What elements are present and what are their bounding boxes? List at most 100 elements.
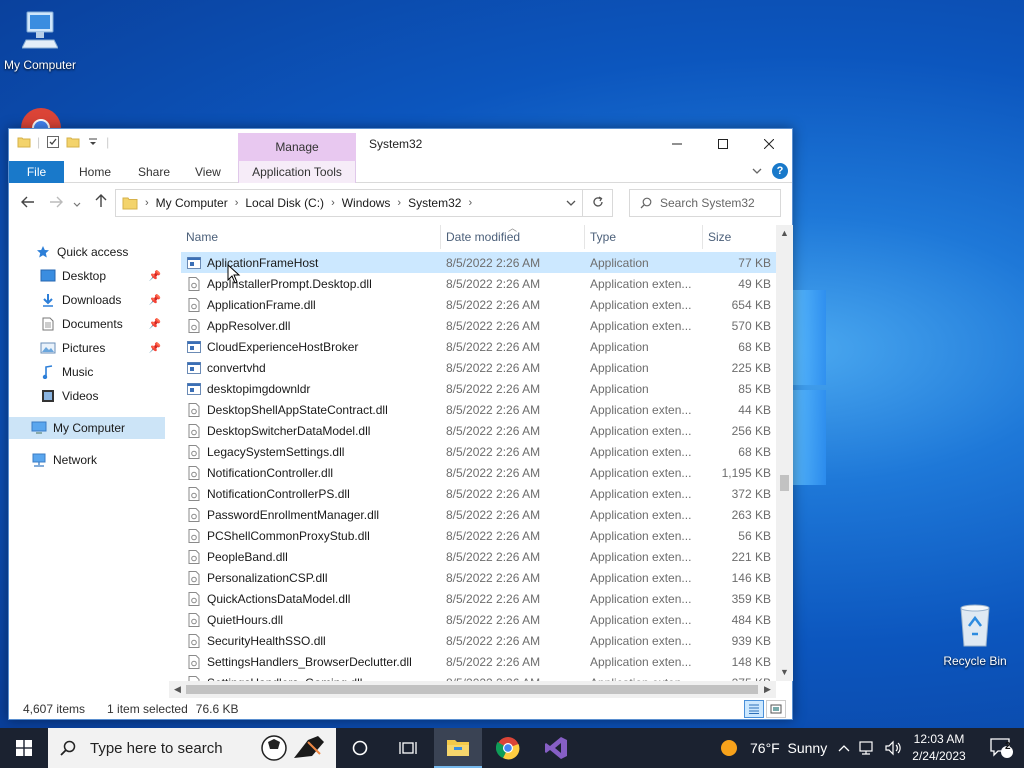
taskbar-visual-studio[interactable]	[532, 728, 580, 768]
new-folder-icon[interactable]	[66, 135, 80, 149]
weather-widget[interactable]: 76°F Sunny	[720, 728, 827, 768]
help-button[interactable]: ?	[772, 163, 788, 179]
nav-item-network[interactable]: Network	[9, 449, 165, 471]
cortana-button[interactable]	[336, 728, 384, 768]
close-button[interactable]	[746, 129, 792, 159]
file-row[interactable]: SettingsHandlers_Gaming.dll8/5/2022 2:26…	[181, 672, 776, 681]
scroll-right-button[interactable]: ▶	[759, 681, 776, 698]
file-row[interactable]: AppInstallerPrompt.Desktop.dll 8/5/2022 2…	[181, 273, 776, 294]
pin-icon[interactable]: 📌	[149, 343, 161, 354]
column-header-size[interactable]: Size	[703, 225, 776, 249]
title-bar[interactable]: | | Manage System32	[9, 129, 792, 161]
nav-item-music[interactable]: Music	[9, 361, 165, 383]
large-icons-view-button[interactable]	[766, 700, 786, 718]
file-name: PersonalizationCSP.dll	[207, 570, 328, 585]
details-view-button[interactable]	[744, 700, 764, 718]
file-row[interactable]: AppResolver.dll 8/5/2022 2:26 AM Applicati…	[181, 315, 776, 336]
vertical-scrollbar[interactable]: ▲ ▼	[776, 225, 793, 681]
taskbar-search-box[interactable]: Type here to search	[48, 728, 336, 768]
file-row[interactable]: LegacySystemSettings.dll 8/5/2022 2:26 AM…	[181, 441, 776, 462]
file-row[interactable]: SecurityHealthSSO.dll 8/5/2022 2:26 AM App…	[181, 630, 776, 651]
breadcrumb-my-computer[interactable]: My Computer	[156, 196, 228, 210]
address-dropdown-button[interactable]	[560, 198, 582, 209]
tab-manage[interactable]: Manage	[238, 133, 356, 161]
file-row[interactable]: PersonalizationCSP.dll 8/5/2022 2:26 AM Ap…	[181, 567, 776, 588]
file-row[interactable]: convertvhd 8/5/2022 2:26 AM Application 225…	[181, 357, 776, 378]
back-button[interactable]	[18, 194, 38, 212]
pin-icon[interactable]: 📌	[149, 319, 161, 330]
start-button[interactable]	[0, 728, 48, 768]
horizontal-scrollbar[interactable]: ◀ ▶	[169, 681, 776, 698]
minimize-button[interactable]	[654, 129, 700, 159]
refresh-button[interactable]	[582, 190, 612, 216]
desktop-icon-my-computer[interactable]: My Computer	[2, 10, 78, 72]
desktop-icon-recycle-bin[interactable]: Recycle Bin	[940, 602, 1010, 668]
expand-ribbon-icon[interactable]	[752, 167, 762, 175]
file-row[interactable]: NotificationControllerPS.dll 8/5/2022 2:2…	[181, 483, 776, 504]
address-bar[interactable]: › My Computer › Local Disk (C:) › Window…	[115, 189, 613, 217]
taskbar-chrome[interactable]	[484, 728, 532, 768]
desktop-icon-chrome[interactable]	[16, 104, 66, 137]
pin-icon[interactable]: 📌	[149, 295, 161, 306]
file-row[interactable]: CloudExperienceHostBroker 8/5/2022 2:26 A…	[181, 336, 776, 357]
tab-application-tools[interactable]: Application Tools	[238, 161, 356, 183]
volume-icon[interactable]	[884, 740, 902, 756]
tab-share[interactable]: Share	[128, 161, 180, 183]
file-row[interactable]: NotificationController.dll 8/5/2022 2:26 …	[181, 462, 776, 483]
file-row[interactable]: PeopleBand.dll 8/5/2022 2:26 AM Applicatio…	[181, 546, 776, 567]
scroll-up-button[interactable]: ▲	[776, 225, 793, 242]
scroll-thumb[interactable]	[780, 475, 789, 491]
network-icon[interactable]	[858, 740, 876, 756]
file-row[interactable]: DesktopShellAppStateContract.dll 8/5/2022…	[181, 399, 776, 420]
taskbar-clock[interactable]: 12:03 AM 2/24/2023	[904, 731, 974, 765]
file-size: 85 KB	[738, 381, 771, 396]
notification-center-button[interactable]: 2	[978, 728, 1024, 768]
file-row[interactable]: ApplicationFrame.dll 8/5/2022 2:26 AM Appl…	[181, 294, 776, 315]
tab-home[interactable]: Home	[69, 161, 121, 183]
tab-file[interactable]: File	[9, 161, 64, 183]
file-row[interactable]: AplicationFrameHost 8/5/2022 2:26 AM Appli…	[181, 252, 776, 273]
file-row[interactable]: QuickActionsDataModel.dll 8/5/2022 2:26 A…	[181, 588, 776, 609]
nav-item-desktop[interactable]: Desktop 📌	[9, 265, 165, 287]
search-input[interactable]	[660, 196, 780, 210]
breadcrumb-windows[interactable]: Windows	[342, 196, 391, 210]
nav-item-videos[interactable]: Videos	[9, 385, 165, 407]
breadcrumb-separator[interactable]: ›	[235, 197, 239, 209]
nav-item-my-computer[interactable]: My Computer	[9, 417, 165, 439]
task-view-button[interactable]	[384, 728, 432, 768]
pin-icon[interactable]: 📌	[149, 271, 161, 282]
breadcrumb-system32[interactable]: System32	[408, 196, 461, 210]
nav-item-pictures[interactable]: Pictures 📌	[9, 337, 165, 359]
scroll-down-button[interactable]: ▼	[776, 664, 793, 681]
breadcrumb-local-disk[interactable]: Local Disk (C:)	[245, 196, 324, 210]
chevron-up-icon[interactable]	[838, 744, 850, 752]
breadcrumb-separator[interactable]: ›	[468, 197, 472, 209]
up-button[interactable]	[91, 194, 111, 212]
nav-item-downloads[interactable]: Downloads 📌	[9, 289, 165, 311]
customize-toolbar-icon[interactable]	[86, 135, 100, 149]
column-header-name[interactable]: Name	[181, 225, 441, 249]
tab-view[interactable]: View	[185, 161, 231, 183]
scroll-thumb[interactable]	[186, 685, 758, 694]
dll-file-icon	[188, 591, 200, 606]
column-header-type[interactable]: Type	[585, 225, 703, 249]
file-row[interactable]: desktopimgdownldr 8/5/2022 2:26 AM Applica…	[181, 378, 776, 399]
scroll-left-button[interactable]: ◀	[169, 681, 186, 698]
forward-button[interactable]	[46, 194, 66, 212]
breadcrumb-separator[interactable]: ›	[397, 197, 401, 209]
properties-icon[interactable]	[46, 135, 60, 149]
file-row[interactable]: PasswordEnrollmentManager.dll 8/5/2022 2:…	[181, 504, 776, 525]
file-row[interactable]: PCShellCommonProxyStub.dll 8/5/2022 2:26 …	[181, 525, 776, 546]
recent-locations-button[interactable]	[71, 194, 83, 212]
nav-item-documents[interactable]: Documents 📌	[9, 313, 165, 335]
folder-icon[interactable]	[17, 135, 31, 149]
taskbar-file-explorer[interactable]	[434, 728, 482, 768]
search-box[interactable]	[629, 189, 781, 217]
nav-item-quick-access[interactable]: Quick access	[9, 241, 165, 263]
maximize-button[interactable]	[700, 129, 746, 159]
breadcrumb-separator[interactable]: ›	[331, 197, 335, 209]
file-row[interactable]: DesktopSwitcherDataModel.dll 8/5/2022 2:2…	[181, 420, 776, 441]
file-row[interactable]: SettingsHandlers_BrowserDeclutter.dll 8/5…	[181, 651, 776, 672]
mouse-cursor-icon	[227, 264, 241, 284]
file-row[interactable]: QuietHours.dll 8/5/2022 2:26 AM Applicatio…	[181, 609, 776, 630]
